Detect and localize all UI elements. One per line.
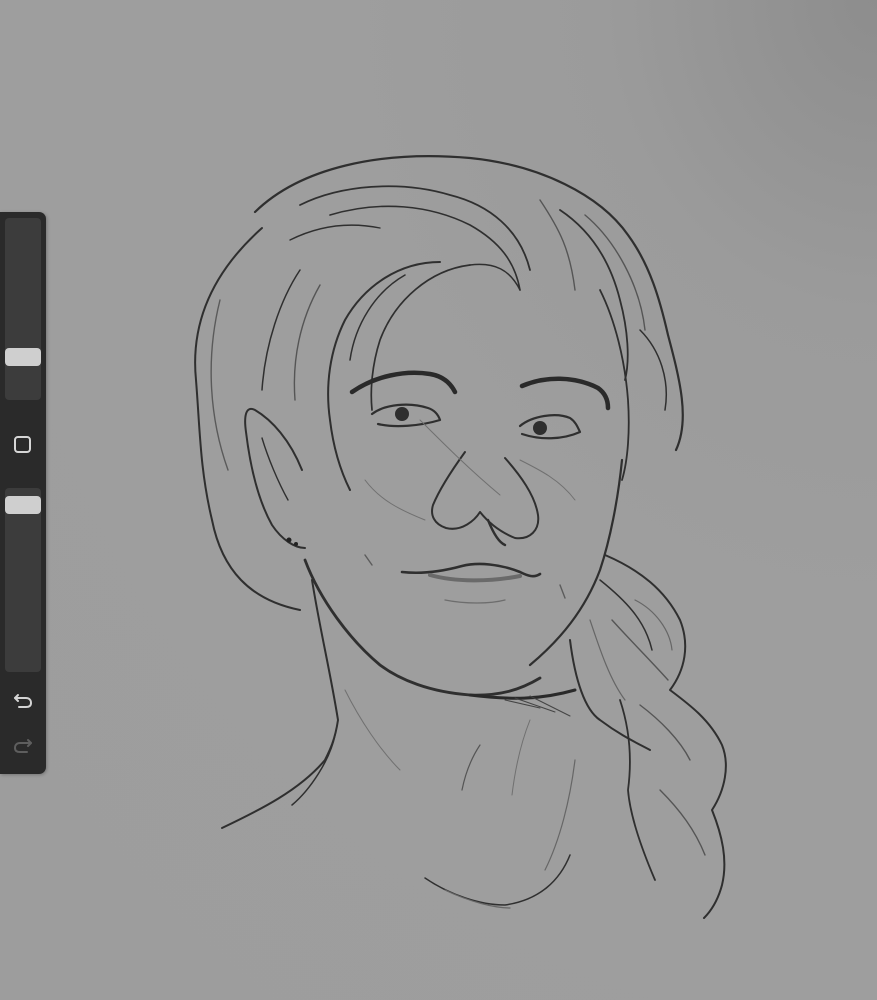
jaw-right [528, 458, 624, 667]
undo-icon [14, 694, 33, 708]
right-eye [518, 414, 582, 440]
undo-button[interactable] [10, 689, 36, 711]
braid [604, 554, 727, 919]
nose [431, 451, 540, 540]
neck-right [569, 639, 651, 751]
left-eyebrow [349, 370, 458, 395]
portrait-sketch [194, 155, 727, 919]
brush-sidebar [0, 212, 46, 774]
neck-left [221, 579, 339, 829]
redo-icon [13, 739, 32, 753]
redo-button[interactable] [10, 734, 36, 756]
drawing-canvas[interactable] [0, 0, 877, 1000]
square-icon [13, 435, 31, 453]
brush-size-slider[interactable] [5, 218, 41, 400]
brush-opacity-slider-thumb[interactable] [5, 496, 41, 514]
ear [244, 407, 306, 549]
brush-size-slider-thumb[interactable] [5, 348, 41, 366]
right-eyebrow [519, 376, 611, 411]
hair-left-outline [194, 227, 301, 611]
brush-opacity-slider[interactable] [5, 488, 41, 672]
modify-button[interactable] [12, 434, 32, 454]
